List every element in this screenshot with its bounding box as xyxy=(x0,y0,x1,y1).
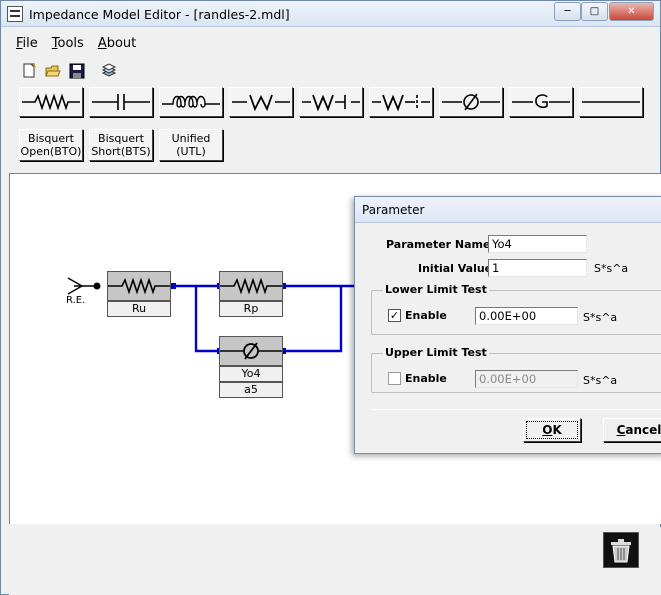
menu-tools[interactable]: Tools xyxy=(47,36,89,51)
menu-about[interactable]: About xyxy=(93,36,141,51)
trash-button[interactable] xyxy=(603,532,639,568)
app-icon xyxy=(7,6,23,22)
dialog-title: Parameter xyxy=(362,203,425,217)
inductor-button[interactable] xyxy=(159,87,223,117)
parameter-name-label: Parameter Name: xyxy=(386,238,495,251)
open-warburg-icon xyxy=(372,94,430,112)
menu-file[interactable]: File xyxy=(11,36,43,51)
layers-button[interactable] xyxy=(99,61,119,81)
component-label: a5 xyxy=(219,382,283,398)
initial-value-label: Initial Value: xyxy=(418,262,497,275)
open-file-button[interactable] xyxy=(43,61,63,81)
open-warburg-button[interactable] xyxy=(369,87,433,117)
window-title: Impedance Model Editor - [randles-2.mdl] xyxy=(29,7,290,22)
new-file-icon xyxy=(23,63,36,78)
layers-icon xyxy=(101,63,117,77)
lower-enable-checkbox[interactable]: ✓ xyxy=(388,309,401,322)
finite-warburg-icon xyxy=(302,94,360,112)
capacitor-button[interactable] xyxy=(89,87,153,117)
resistor-rp[interactable] xyxy=(219,271,283,301)
warburg-button[interactable] xyxy=(229,87,293,117)
upper-enable-checkbox[interactable] xyxy=(388,372,401,385)
warburg-icon xyxy=(232,94,290,112)
close-button[interactable]: ✕ xyxy=(609,2,654,21)
bisquert-short-button[interactable]: Bisquert Short(BTS) xyxy=(89,129,153,161)
trash-icon xyxy=(611,539,631,563)
resistor-button[interactable] xyxy=(19,87,83,117)
initial-value-units: S*s^a xyxy=(594,262,629,275)
initial-value-field[interactable]: 1 xyxy=(488,259,587,277)
save-icon xyxy=(69,63,85,79)
upper-limit-field[interactable]: 0.00E+00 xyxy=(475,370,578,388)
parameter-dialog: Parameter Parameter Name: Yo4 Initial Va… xyxy=(354,196,661,454)
element-palette xyxy=(19,87,643,117)
open-folder-icon xyxy=(45,65,61,77)
gerischer-icon xyxy=(512,94,570,109)
wire-icon xyxy=(582,101,640,103)
component-label: Yo4 xyxy=(219,366,283,382)
cpe-button[interactable] xyxy=(439,87,503,117)
parameter-name-field[interactable]: Yo4 xyxy=(488,235,587,253)
upper-limit-units: S*s^a xyxy=(583,374,618,387)
upper-limit-title: Upper Limit Test xyxy=(383,346,489,359)
cancel-button[interactable]: Cancel xyxy=(603,418,661,442)
minimize-button[interactable]: ─ xyxy=(554,2,581,21)
lower-enable-label: Enable xyxy=(405,309,447,322)
wire-button[interactable] xyxy=(579,87,643,117)
ok-button[interactable]: OK xyxy=(523,418,581,442)
cpe-element[interactable] xyxy=(219,336,283,366)
menu-bar: File Tools About xyxy=(11,31,660,55)
new-file-button[interactable] xyxy=(19,61,39,81)
component-label: Rp xyxy=(219,301,283,317)
special-palette: Bisquert Open(BTO) Bisquert Short(BTS) Uni… xyxy=(19,129,223,161)
upper-enable-label: Enable xyxy=(405,372,447,385)
cpe-icon xyxy=(442,93,500,111)
dialog-separator xyxy=(371,409,661,410)
bisquert-open-button[interactable]: Bisquert Open(BTO) xyxy=(19,129,83,161)
resistor-ru[interactable] xyxy=(107,271,171,301)
component-label: Ru xyxy=(107,301,171,317)
title-bar[interactable]: Impedance Model Editor - [randles-2.mdl]… xyxy=(1,1,660,27)
resistor-icon xyxy=(108,277,170,295)
save-button[interactable] xyxy=(67,61,87,81)
bottom-panel xyxy=(9,527,661,595)
inductor-icon xyxy=(162,95,220,108)
resistor-icon xyxy=(22,93,80,111)
toolbar xyxy=(19,61,119,81)
lower-limit-title: Lower Limit Test xyxy=(383,283,489,296)
resistor-icon xyxy=(220,277,282,295)
unified-utl-button[interactable]: Unified (UTL) xyxy=(159,129,223,161)
gerischer-button[interactable] xyxy=(509,87,573,117)
maximize-button[interactable]: □ xyxy=(581,2,608,21)
lower-limit-units: S*s^a xyxy=(583,311,618,324)
capacitor-icon xyxy=(92,94,150,110)
finite-warburg-button[interactable] xyxy=(299,87,363,117)
dialog-title-bar[interactable]: Parameter xyxy=(355,197,661,223)
cpe-icon xyxy=(220,342,282,360)
lower-limit-field[interactable]: 0.00E+00 xyxy=(475,307,578,325)
reference-electrode-label: R.E. xyxy=(66,295,86,306)
